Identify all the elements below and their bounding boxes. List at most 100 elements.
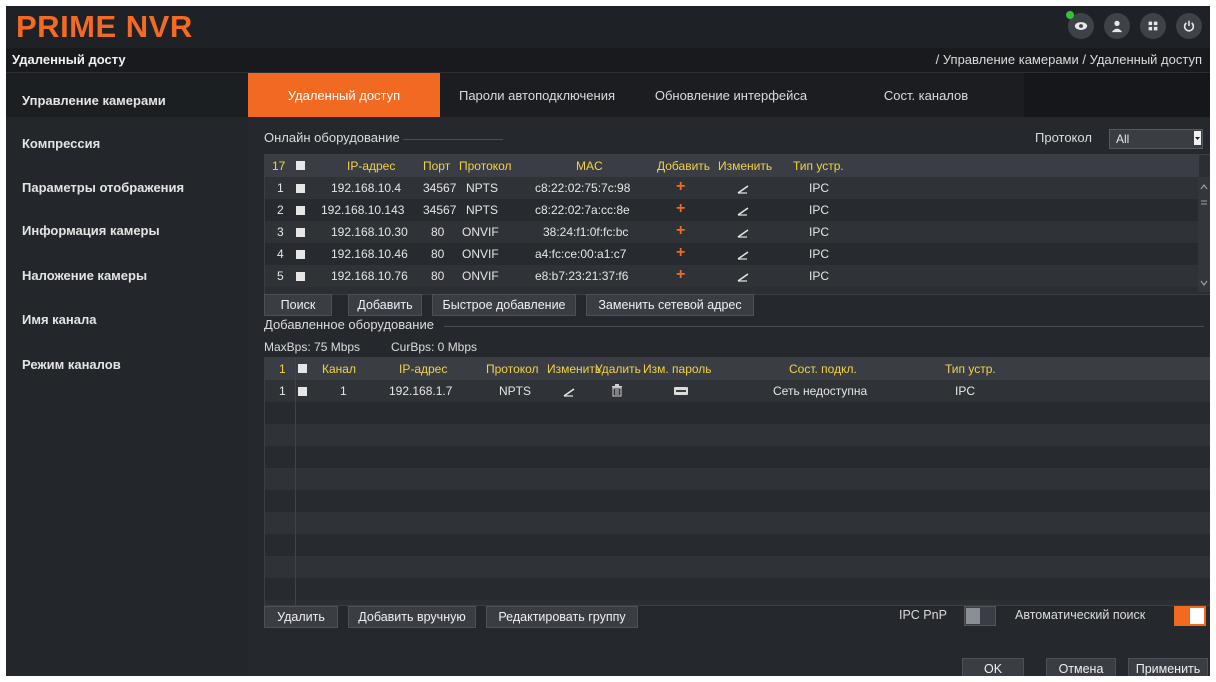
ok-button[interactable]: OK	[962, 658, 1024, 676]
sidebar-item-channel-name[interactable]: Имя канала	[22, 312, 96, 327]
tab-interface-update[interactable]: Обновление интерфейса	[634, 73, 828, 117]
row-checkbox[interactable]	[296, 250, 305, 259]
apply-button[interactable]: Применить	[1128, 658, 1208, 676]
table-row[interactable]: 3 192.168.10.30 80 ONVIF 38:24:f1:0f:fc:…	[265, 221, 1199, 243]
sidebar-item-display-params[interactable]: Параметры отображения	[22, 180, 184, 195]
protocol-select-value: All	[1116, 132, 1130, 146]
table-row[interactable]: 2 192.168.10.143 34567 NPTS c8:22:02:7a:…	[265, 199, 1199, 221]
online-section-title: Онлайн оборудование	[264, 130, 400, 145]
ipc-pnp-toggle[interactable]	[964, 606, 996, 626]
row-num: 2	[277, 203, 284, 217]
sidebar-item-camera-info[interactable]: Информация камеры	[22, 223, 160, 238]
sidebar-item-camera-management[interactable]: Управление камерами	[22, 93, 166, 108]
header-delete: Удалить	[595, 362, 641, 376]
row-num: 5	[277, 269, 284, 283]
header-edit: Изменить	[547, 362, 602, 376]
row-checkbox[interactable]	[296, 228, 305, 237]
quick-add-button[interactable]: Быстрое добавление	[432, 294, 576, 316]
password-icon[interactable]	[674, 387, 688, 395]
row-port: 34567	[423, 181, 457, 195]
online-count: 17	[272, 159, 286, 173]
table-row[interactable]: 5 192.168.10.76 80 ONVIF e8:b7:23:21:37:…	[265, 265, 1199, 287]
power-icon[interactable]	[1176, 13, 1202, 39]
tab-auto-passwords[interactable]: Пароли автоподключения	[440, 73, 634, 117]
cur-bps: CurBps: 0 Mbps	[391, 340, 478, 354]
search-button[interactable]: Поиск	[264, 294, 332, 316]
edit-pen-icon[interactable]	[737, 182, 749, 194]
delete-button[interactable]: Удалить	[264, 606, 338, 628]
sidebar-item-channel-mode[interactable]: Режим каналов	[22, 357, 121, 372]
sidebar-item-camera-overlay[interactable]: Наложение камеры	[22, 268, 147, 283]
edit-pen-icon[interactable]	[737, 270, 749, 282]
row-mac: a4:fc:ce:00:a1:c7	[535, 247, 627, 261]
header-password: Изм. пароль	[643, 362, 712, 376]
row-type: IPC	[809, 225, 830, 239]
add-plus-icon[interactable]: +	[676, 200, 685, 218]
table-row[interactable]: 1 1 192.168.1.7 NPTS Сеть недоступна IPC	[265, 380, 1210, 402]
user-icon[interactable]	[1104, 13, 1130, 39]
row-checkbox[interactable]	[296, 272, 305, 281]
auto-search-toggle[interactable]	[1174, 606, 1206, 626]
cancel-button[interactable]: Отмена	[1046, 658, 1116, 676]
add-plus-icon[interactable]: +	[676, 244, 685, 262]
empty-row	[265, 468, 1210, 490]
tab-channel-status[interactable]: Сост. каналов	[828, 73, 1024, 117]
row-checkbox[interactable]	[298, 387, 307, 396]
table-row[interactable]: 1 192.168.10.4 34567 NPTS c8:22:02:75:7c…	[265, 177, 1199, 199]
header-ip: IP-адрес	[347, 159, 396, 173]
online-table-header: 17 IP-адрес Порт Протокол MAC Добавить И…	[265, 155, 1199, 177]
sidebar-item-compression[interactable]: Компрессия	[22, 136, 100, 151]
nvr-window: PRIME NVR Удаленный досту / Управление к…	[6, 6, 1210, 676]
select-all-checkbox[interactable]	[298, 364, 307, 373]
grid-icon[interactable]	[1140, 13, 1166, 39]
page-title: Удаленный досту	[12, 52, 126, 67]
row-status: Сеть недоступна	[773, 384, 868, 398]
row-type: IPC	[809, 247, 830, 261]
row-type: IPC	[955, 384, 976, 398]
eye-icon[interactable]	[1066, 11, 1094, 39]
empty-row	[265, 534, 1210, 556]
added-devices-table: 1 Канал IP-адрес Протокол Изменить Удали…	[264, 357, 1210, 606]
trash-icon[interactable]	[611, 384, 623, 397]
max-bps: MaxBps: 75 Mbps	[264, 340, 361, 354]
sidebar: Управление камерами Компрессия Параметры…	[6, 73, 248, 676]
empty-row	[265, 578, 1210, 600]
edit-pen-icon[interactable]	[737, 248, 749, 260]
select-all-checkbox[interactable]	[296, 161, 305, 170]
logo: PRIME NVR	[16, 9, 193, 44]
add-plus-icon[interactable]: +	[676, 178, 685, 196]
edit-pen-icon[interactable]	[737, 204, 749, 216]
row-checkbox[interactable]	[296, 206, 305, 215]
row-num: 1	[277, 181, 284, 195]
row-ip: 192.168.1.7	[389, 384, 453, 398]
row-protocol: ONVIF	[462, 225, 499, 239]
empty-row	[265, 512, 1210, 534]
replace-ip-button[interactable]: Заменить сетевой адрес	[586, 294, 754, 316]
header-channel: Канал	[322, 362, 356, 376]
add-button[interactable]: Добавить	[348, 294, 422, 316]
tab-remote-access[interactable]: Удаленный доступ	[248, 73, 440, 117]
edit-pen-icon[interactable]	[737, 226, 749, 238]
row-mac: c8:22:02:75:7c:98	[535, 181, 631, 195]
edit-pen-icon[interactable]	[563, 385, 575, 397]
online-table-scrollbar[interactable]	[1198, 177, 1210, 292]
row-type: IPC	[809, 181, 830, 195]
add-manually-button[interactable]: Добавить вручную	[348, 606, 476, 628]
edit-group-button[interactable]: Редактировать группу	[486, 606, 638, 628]
empty-row	[265, 556, 1210, 578]
select-chevron-down-icon[interactable]	[1194, 131, 1201, 145]
table-row[interactable]: 4 192.168.10.46 80 ONVIF a4:fc:ce:00:a1:…	[265, 243, 1199, 265]
added-section-title: Добавленное оборудование	[264, 317, 434, 332]
protocol-select[interactable]: All	[1109, 129, 1203, 149]
header-ip: IP-адрес	[399, 362, 448, 376]
row-port: 80	[431, 225, 445, 239]
column-divider	[295, 358, 296, 605]
add-plus-icon[interactable]: +	[676, 222, 685, 240]
breadcrumb-bar: Удаленный досту / Управление камерами / …	[6, 48, 1210, 73]
row-ip: 192.168.10.46	[331, 247, 408, 261]
add-plus-icon[interactable]: +	[676, 266, 685, 284]
row-checkbox[interactable]	[296, 184, 305, 193]
row-protocol: NPTS	[466, 203, 499, 217]
toggle-knob	[1190, 608, 1204, 624]
section-divider	[403, 139, 503, 140]
